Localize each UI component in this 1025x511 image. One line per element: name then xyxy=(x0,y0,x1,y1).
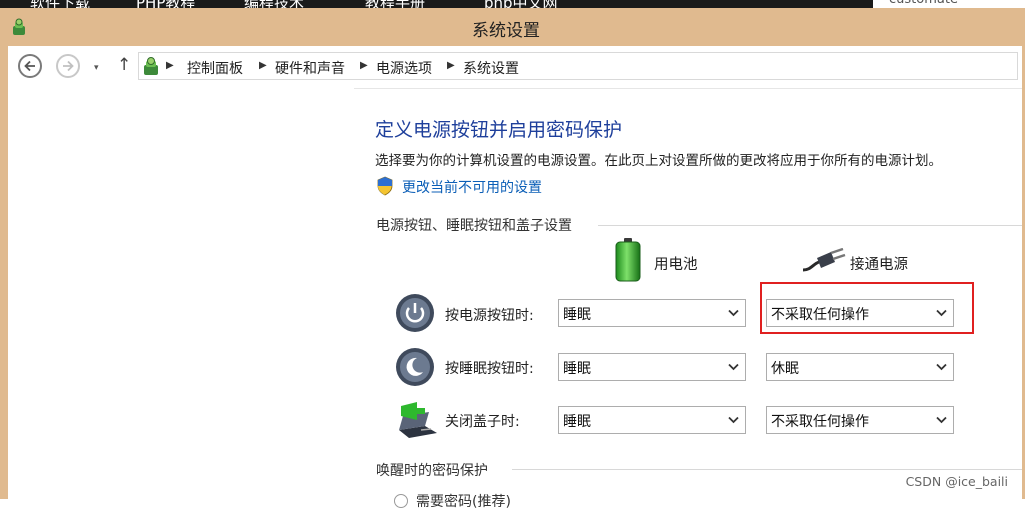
select-value: 睡眠 xyxy=(563,307,591,323)
select-value: 睡眠 xyxy=(563,414,591,430)
main-content: 定义电源按钮并启用密码保护 选择要为你的计算机设置的电源设置。在此页上对设置所做… xyxy=(8,88,1022,510)
column-header-battery: 用电池 xyxy=(654,257,698,273)
select-value: 不采取任何操作 xyxy=(771,414,869,430)
browser-tab[interactable]: PHP教程 xyxy=(136,0,195,8)
browser-tab[interactable]: 软件下载 xyxy=(30,0,90,8)
section-title-buttons: 电源按钮、睡眠按钮和盖子设置 xyxy=(376,218,572,234)
change-unavailable-settings-link[interactable]: 更改当前不可用的设置 xyxy=(402,177,542,197)
sleep-button-label: 按睡眠按钮时: xyxy=(445,361,534,377)
require-password-label: 需要密码(推荐) xyxy=(416,494,511,510)
sleep-button-plugged-select[interactable]: 休眠 xyxy=(766,353,954,381)
chevron-down-icon xyxy=(936,363,947,371)
window-frame-left xyxy=(0,46,8,499)
power-button-label: 按电源按钮时: xyxy=(445,308,534,324)
control-panel-icon xyxy=(144,57,158,75)
chevron-down-icon xyxy=(728,416,739,424)
chevron-down-icon xyxy=(936,416,947,424)
forward-arrow-icon xyxy=(63,60,74,72)
laptop-lid-icon xyxy=(399,402,437,438)
up-arrow-icon[interactable]: ↑ xyxy=(117,55,131,75)
page-title: 定义电源按钮并启用密码保护 xyxy=(375,119,623,141)
window-title: 系统设置 xyxy=(472,21,540,41)
power-button-battery-select[interactable]: 睡眠 xyxy=(558,299,746,327)
breadcrumb-control-panel[interactable]: 控制面板 xyxy=(187,58,243,78)
close-lid-battery-select[interactable]: 睡眠 xyxy=(558,406,746,434)
window-title-bar[interactable]: 系统设置 xyxy=(0,8,1025,46)
breadcrumb-system-settings[interactable]: 系统设置 xyxy=(463,58,519,78)
section-divider xyxy=(512,469,1022,470)
sidebar xyxy=(8,88,354,499)
browser-tab[interactable]: 编程技术 xyxy=(244,0,304,8)
uac-shield-icon xyxy=(377,176,393,196)
select-value: 休眠 xyxy=(771,361,799,377)
browser-tab[interactable]: 教程手册 xyxy=(365,0,425,8)
column-header-plugged-in: 接通电源 xyxy=(850,257,908,273)
chevron-down-icon xyxy=(728,309,739,317)
breadcrumb-separator: ▶ xyxy=(360,60,368,71)
browser-tab-strip: 软件下载 PHP教程 编程技术 教程手册 php中文网 customate xyxy=(0,0,1025,8)
breadcrumb-separator: ▶ xyxy=(259,60,267,71)
sleep-button-icon xyxy=(396,348,434,386)
back-arrow-icon xyxy=(24,60,35,72)
recent-pages-chevron-down-icon[interactable]: ▾ xyxy=(94,63,99,73)
top-right-text: customate xyxy=(889,0,958,7)
section-title-password: 唤醒时的密码保护 xyxy=(376,463,488,479)
require-password-radio[interactable] xyxy=(394,494,408,508)
section-divider xyxy=(598,225,1022,226)
breadcrumb-separator: ▶ xyxy=(166,60,174,71)
breadcrumb-separator: ▶ xyxy=(447,60,455,71)
navigation-bar: ▾ ↑ ▶ 控制面板 ▶ 硬件和声音 ▶ 电源选项 ▶ 系统设置 xyxy=(8,46,1022,89)
chevron-down-icon xyxy=(728,363,739,371)
watermark: CSDN @ice_baili xyxy=(905,474,1008,489)
close-lid-plugged-select[interactable]: 不采取任何操作 xyxy=(766,406,954,434)
close-lid-label: 关闭盖子时: xyxy=(445,414,520,430)
breadcrumb-power-options[interactable]: 电源选项 xyxy=(376,58,432,78)
select-value: 睡眠 xyxy=(563,361,591,377)
sleep-button-battery-select[interactable]: 睡眠 xyxy=(558,353,746,381)
address-box[interactable]: ▶ 控制面板 ▶ 硬件和声音 ▶ 电源选项 ▶ 系统设置 xyxy=(138,52,1018,80)
top-right-panel: customate xyxy=(873,0,1025,8)
breadcrumb-hardware-sound[interactable]: 硬件和声音 xyxy=(275,58,345,78)
forward-button[interactable] xyxy=(56,54,80,78)
page-description: 选择要为你的计算机设置的电源设置。在此页上对设置所做的更改将应用于你所有的电源计… xyxy=(375,153,942,169)
power-plug-icon xyxy=(803,248,846,272)
highlight-annotation-box xyxy=(760,282,974,334)
browser-tab[interactable]: php中文网 xyxy=(484,0,558,8)
power-button-icon xyxy=(396,294,434,332)
battery-icon xyxy=(615,238,641,282)
back-button[interactable] xyxy=(18,54,42,78)
